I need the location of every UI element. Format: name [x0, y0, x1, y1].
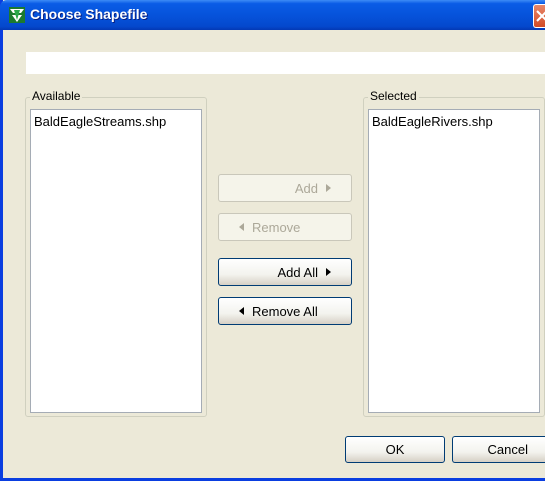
app-icon	[9, 7, 25, 23]
title-bar[interactable]: Choose Shapefile	[0, 0, 545, 30]
choose-shapefile-dialog: Choose Shapefile Available BaldEagleStre…	[0, 0, 545, 481]
ok-button[interactable]: OK	[345, 436, 445, 463]
dialog-title: Choose Shapefile	[30, 6, 148, 22]
remove-button[interactable]: Remove	[218, 213, 352, 241]
add-button[interactable]: Add	[218, 174, 352, 202]
selected-label: Selected	[368, 89, 419, 103]
add-all-button-label: Add All	[277, 264, 318, 280]
list-item[interactable]: BaldEagleRivers.shp	[372, 114, 493, 129]
close-icon	[536, 10, 545, 22]
remove-button-label: Remove	[252, 219, 301, 235]
add-all-button[interactable]: Add All	[218, 258, 352, 286]
arrow-right-icon	[326, 268, 331, 276]
ok-button-label: OK	[385, 442, 405, 457]
selected-list[interactable]: BaldEagleRivers.shp	[368, 109, 540, 413]
arrow-left-icon	[239, 223, 244, 231]
list-item[interactable]: BaldEagleStreams.shp	[34, 114, 166, 129]
close-button[interactable]	[533, 4, 545, 28]
cancel-button-label: Cancel	[487, 442, 528, 457]
arrow-left-icon	[239, 307, 244, 315]
arrow-right-icon	[326, 184, 331, 192]
available-list[interactable]: BaldEagleStreams.shp	[30, 109, 202, 413]
add-button-label: Add	[294, 180, 318, 196]
available-label: Available	[30, 89, 83, 103]
remove-all-button[interactable]: Remove All	[218, 297, 352, 325]
cancel-button[interactable]: Cancel	[452, 436, 545, 463]
shapefile-path-field[interactable]	[26, 52, 545, 74]
remove-all-button-label: Remove All	[252, 303, 318, 319]
